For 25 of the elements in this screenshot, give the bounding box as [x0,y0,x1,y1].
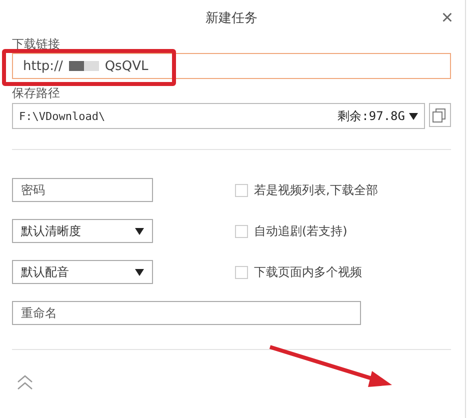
url-field[interactable]: http:// QsQVL [12,53,451,79]
window-title: 新建任务 [206,10,258,27]
caret-icon [409,112,418,120]
dropdown[interactable]: 默认清晰度 [12,219,153,243]
folder-icon [432,108,448,122]
field-label: 下载链接 [12,36,61,53]
dropdown[interactable]: 默认配音 [12,260,153,284]
collapse-icon[interactable] [17,374,33,390]
caret-icon [135,268,144,276]
checkbox-label: 自动追剧(若支持) [254,222,348,240]
checkbox[interactable] [235,184,248,196]
checkbox[interactable] [235,266,248,278]
blurred-text-icon [68,61,99,71]
checkbox-label: 若是视频列表,下载全部 [254,182,378,198]
checkbox[interactable] [235,224,248,238]
field-label: 保存路径 [12,85,61,102]
free-space-text: 剩余:97.8G [338,108,418,124]
path-field[interactable]: F:\VDownload\ 剩余:97.8G [12,103,425,129]
folder-button[interactable] [429,103,451,127]
checkbox-label: 下载页面内多个视频 [254,264,362,280]
path-text: F:\VDownload\ [19,110,106,122]
password-field[interactable]: 密码 [12,178,153,202]
rename-field[interactable]: 重命名 [12,301,361,325]
close-button[interactable]: × [437,6,457,30]
caret-icon [135,228,144,234]
